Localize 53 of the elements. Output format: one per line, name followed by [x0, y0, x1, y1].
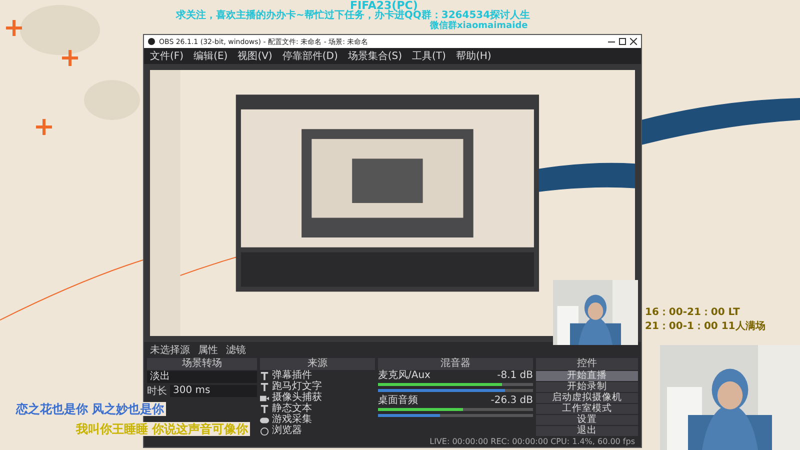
control-button[interactable]: 开始直播 [536, 371, 638, 381]
menu-item[interactable]: 帮助(H) [456, 49, 492, 63]
cross-mark [4, 18, 24, 38]
channel-reading: -26.3 dB [490, 396, 533, 406]
status-text: LIVE: 00:00:00 REC: 00:00:00 CPU: 1.4%, 60.00 fps [430, 437, 635, 446]
source-item[interactable]: 弹幕插件 [272, 371, 312, 381]
text-icon [260, 382, 269, 392]
source-item[interactable]: 静态文本 [272, 404, 312, 414]
transition-select[interactable]: 淡出 [147, 371, 257, 383]
source-item[interactable]: 摄像头捕获 [272, 393, 322, 403]
close-icon[interactable] [630, 38, 637, 45]
game-title: FIFA23(PC) [350, 0, 418, 11]
menu-item[interactable]: 编辑(E) [194, 49, 228, 63]
dock-header: 场景转场 [147, 358, 257, 370]
wechat-text: 微信群xiaomaimaide [430, 22, 528, 31]
dock-header: 控件 [536, 358, 638, 370]
volume-slider[interactable] [378, 414, 533, 417]
channel-name: 桌面音频 [378, 396, 419, 406]
globe-icon [260, 426, 269, 436]
control-button[interactable]: 退出 [536, 426, 638, 436]
duration-field[interactable]: 300 ms [170, 385, 257, 397]
camera-icon [260, 394, 269, 402]
schedule-text: 16：00-21：00 LT [645, 306, 741, 319]
menu-item[interactable]: 停靠部件(D) [282, 49, 338, 63]
cross-mark [60, 48, 80, 68]
source-item[interactable]: 浏览器 [272, 426, 302, 436]
control-button[interactable]: 设置 [536, 415, 638, 425]
app-icon [148, 38, 155, 45]
control-button[interactable]: 启动虚拟摄像机 [536, 393, 638, 403]
menu-item[interactable]: 文件(F) [150, 49, 184, 63]
text-icon [260, 372, 269, 380]
channel-reading: -8.1 dB [497, 371, 533, 381]
volume-slider[interactable] [378, 389, 533, 392]
control-button[interactable]: 开始录制 [536, 382, 638, 392]
source-item[interactable]: 游戏采集 [272, 415, 312, 425]
cross-mark [34, 118, 54, 136]
gamepad-icon [260, 416, 269, 424]
text-icon [260, 404, 269, 414]
notice-text: 求关注，喜欢主播的办办卡~帮忙过下任务，办卡进QQ群：3264534探讨人生 [176, 11, 530, 21]
duration-label: 时长 [147, 384, 167, 398]
menu-item[interactable]: 场景集合(S) [348, 49, 402, 63]
toolbar-button[interactable]: 滤镜 [226, 343, 246, 357]
schedule-text: 21：00-1：00 11人满场 [645, 320, 766, 333]
dock-header: 来源 [260, 358, 375, 370]
dock-header: 混音器 [378, 358, 533, 370]
control-button[interactable]: 工作室模式 [536, 404, 638, 414]
menu-item[interactable]: 工具(T) [412, 49, 446, 63]
channel-name: 麦克风/Aux [378, 371, 432, 381]
toolbar-button[interactable]: 属性 [198, 343, 218, 357]
menu-item[interactable]: 视图(V) [238, 49, 272, 63]
source-item[interactable]: 跑马灯文字 [272, 382, 322, 392]
source-status: 未选择源 [150, 344, 190, 357]
maximize-icon[interactable] [619, 38, 626, 45]
